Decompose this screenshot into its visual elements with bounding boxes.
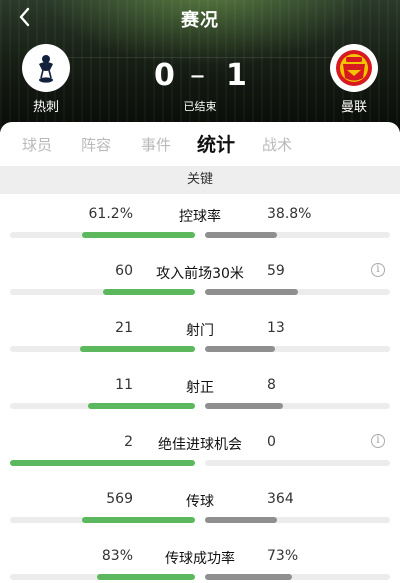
- away-stat-value: 364: [267, 491, 294, 507]
- stat-label: 绝佳进球机会: [158, 437, 242, 453]
- home-stat-bar: [10, 460, 195, 466]
- stat-row: 61.2% 控球率 38.8%: [0, 196, 400, 252]
- home-stat-bar-fill: [102, 289, 195, 295]
- away-stat-value: 59: [267, 263, 285, 279]
- tab-lineup[interactable]: 阵容: [81, 134, 111, 155]
- away-stat-bar: [205, 289, 390, 295]
- page-title: 赛况: [181, 10, 219, 31]
- away-score: 1: [226, 58, 247, 93]
- tab-statistics[interactable]: 统计: [197, 130, 235, 157]
- home-stat-bar-fill: [81, 232, 195, 238]
- stat-row: 21 射门 13: [0, 310, 400, 366]
- home-stat-bar: [10, 574, 195, 580]
- away-stat-bar-fill: [205, 574, 292, 580]
- stat-row: 569 传球 364: [0, 481, 400, 537]
- away-stat-bar: [205, 403, 390, 409]
- home-stat-bar-fill: [80, 346, 195, 352]
- away-stat-value: 0: [267, 434, 276, 450]
- section-header-key: 关键: [0, 166, 400, 194]
- stat-row: 83% 传球成功率 73%: [0, 538, 400, 583]
- away-stat-value: 73%: [267, 548, 299, 564]
- stat-row: 11 射正 8: [0, 367, 400, 423]
- away-stat-bar-fill: [205, 289, 298, 295]
- home-stat-bar-fill: [10, 460, 195, 466]
- stat-label: 射门: [186, 323, 214, 339]
- home-score: 0: [154, 58, 175, 93]
- info-icon[interactable]: i: [371, 434, 385, 448]
- away-team-logo[interactable]: [330, 44, 378, 92]
- away-stat-bar: [205, 460, 390, 466]
- away-stat-bar: [205, 232, 390, 238]
- stat-label: 控球率: [179, 209, 221, 225]
- man-utd-crest-icon: [336, 50, 372, 86]
- away-stat-bar-fill: [205, 517, 278, 523]
- away-team-name: 曼联: [340, 100, 367, 115]
- away-stat-value: 13: [267, 320, 285, 336]
- away-stat-bar-fill: [205, 232, 277, 238]
- stat-label: 传球: [186, 494, 214, 510]
- away-stat-bar: [205, 517, 390, 523]
- stat-row: 60 攻入前场30米 59 i: [0, 253, 400, 309]
- tab-events[interactable]: 事件: [141, 134, 171, 155]
- tab-tactics[interactable]: 战术: [262, 134, 292, 155]
- stat-label: 攻入前场30米: [156, 266, 244, 282]
- away-stat-bar-fill: [205, 346, 276, 352]
- home-stat-bar-fill: [87, 403, 195, 409]
- stat-row: 2 绝佳进球机会 0 i: [0, 424, 400, 480]
- home-stat-bar: [10, 403, 195, 409]
- info-icon[interactable]: i: [371, 263, 385, 277]
- match-header: 赛况 热刺 0 – 1 已结束 曼联: [0, 0, 400, 132]
- home-stat-bar: [10, 517, 195, 523]
- stat-label: 传球成功率: [165, 551, 235, 567]
- away-stat-bar: [205, 346, 390, 352]
- home-stat-bar-fill: [96, 574, 195, 580]
- away-stat-value: 8: [267, 377, 276, 393]
- spurs-crest-icon: [39, 55, 53, 83]
- home-stat-bar: [10, 232, 195, 238]
- away-stat-bar-fill: [205, 403, 283, 409]
- home-team-logo[interactable]: [22, 44, 70, 92]
- score-separator: –: [190, 58, 205, 93]
- stat-label: 射正: [186, 380, 214, 396]
- home-stat-bar-fill: [82, 517, 195, 523]
- home-stat-bar: [10, 289, 195, 295]
- tab-players[interactable]: 球员: [22, 134, 52, 155]
- away-stat-value: 38.8%: [267, 206, 312, 222]
- away-stat-bar: [205, 574, 390, 580]
- home-stat-bar: [10, 346, 195, 352]
- tab-bar: 球员 阵容 事件 统计 战术: [0, 122, 400, 166]
